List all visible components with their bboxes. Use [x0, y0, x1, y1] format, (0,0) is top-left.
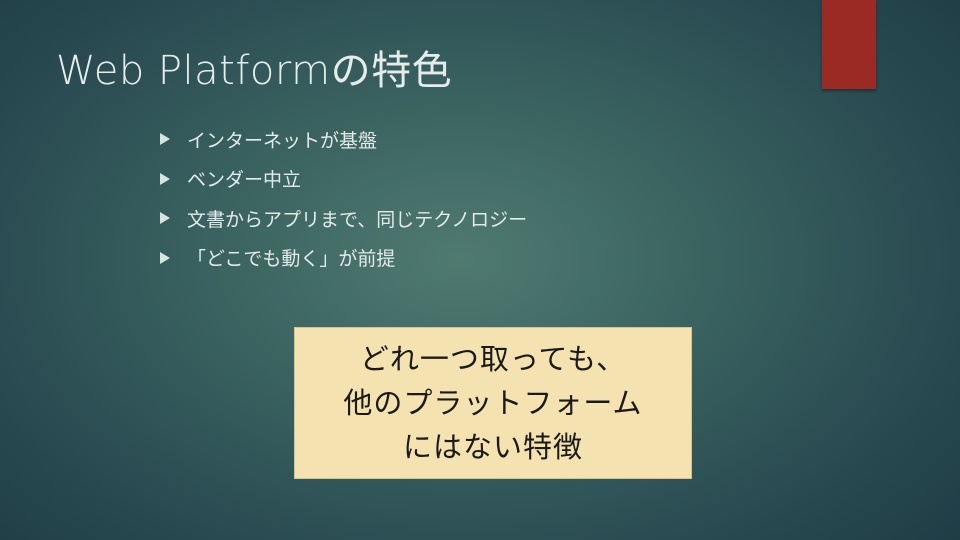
bullet-item: 「どこでも動く」が前提 [160, 243, 527, 273]
triangle-bullet-icon [160, 251, 170, 264]
callout-line: にはない特徴 [402, 430, 583, 464]
bullet-list: インターネットが基盤 ベンダー中立 文書からアプリまで、同じテクノロジー 「どこ… [160, 124, 527, 282]
triangle-bullet-icon [160, 172, 170, 185]
bullet-item: 文書からアプリまで、同じテクノロジー [160, 203, 527, 233]
triangle-bullet-icon [160, 212, 170, 224]
slide-title: Web Platformの特色 [56, 48, 453, 94]
callout-line: 他のプラットフォーム [343, 386, 643, 420]
callout-line: どれ一つ取っても、 [359, 342, 627, 376]
bullet-text: ベンダー中立 [187, 169, 302, 191]
slide: Web Platformの特色 インターネットが基盤 ベンダー中立 文書からアプ… [0, 0, 960, 540]
bullet-item: ベンダー中立 [160, 164, 527, 194]
accent-bar [822, 0, 876, 89]
bullet-text: 「どこでも動く」が前提 [187, 248, 396, 270]
triangle-bullet-icon [160, 133, 170, 145]
bullet-text: インターネットが基盤 [187, 129, 378, 152]
callout-box: どれ一つ取っても、 他のプラットフォーム にはない特徴 [294, 327, 692, 479]
bullet-item: インターネットが基盤 [160, 124, 527, 154]
bullet-text: 文書からアプリまで、同じテクノロジー [187, 208, 528, 231]
